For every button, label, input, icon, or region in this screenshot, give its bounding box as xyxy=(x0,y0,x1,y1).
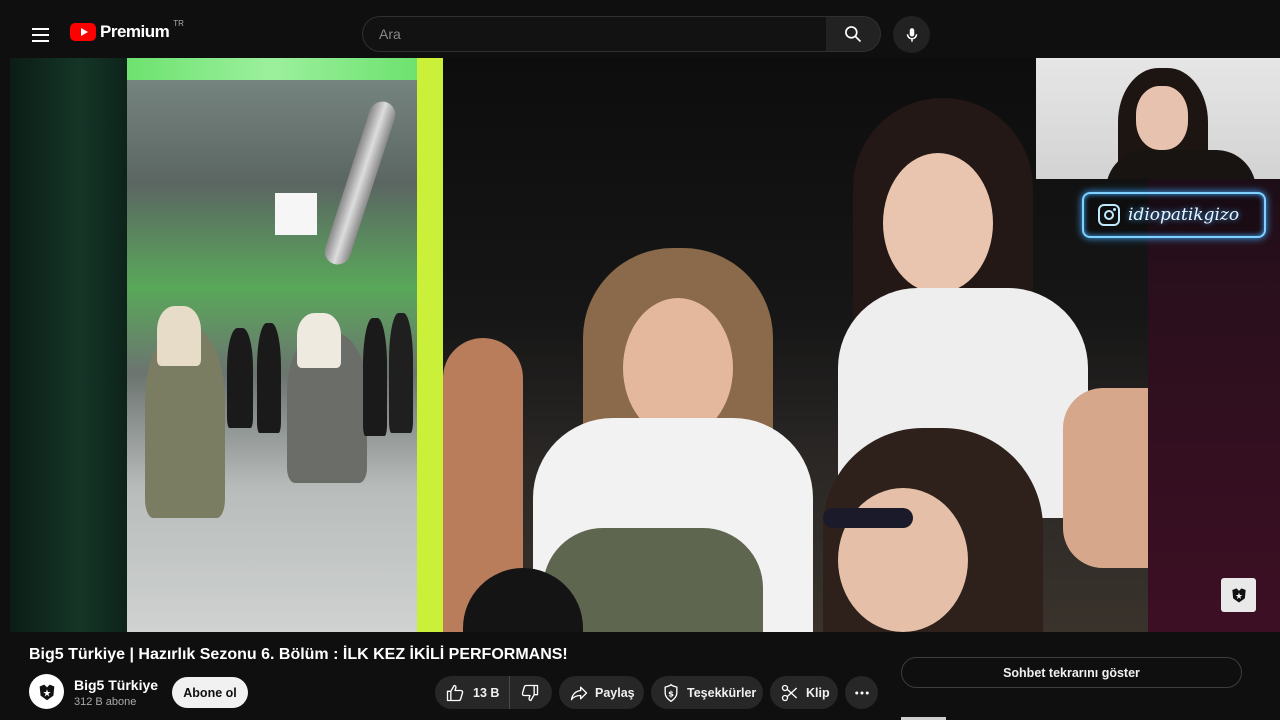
region-code: TR xyxy=(173,18,184,28)
subscriber-count: 312 B abone xyxy=(74,696,137,708)
share-icon xyxy=(570,686,588,700)
svg-text:$: $ xyxy=(668,688,674,698)
search-box xyxy=(362,16,827,52)
streamer-webcam xyxy=(1036,58,1280,179)
logo-text: Premium xyxy=(100,22,170,41)
youtube-premium-logo[interactable]: Premium TR xyxy=(70,18,184,42)
search-button[interactable] xyxy=(826,16,881,52)
channel-avatar[interactable] xyxy=(29,674,64,709)
voice-search-button[interactable] xyxy=(893,16,930,53)
video-player[interactable]: idiopatikgizo xyxy=(10,58,1280,632)
top-bar: Premium TR xyxy=(0,0,1280,58)
scissors-icon xyxy=(781,684,798,701)
share-label: Paylaş xyxy=(595,685,635,700)
big5-logo-icon xyxy=(1231,588,1246,603)
left-background-panel xyxy=(10,58,127,632)
channel-name[interactable]: Big5 Türkiye xyxy=(74,677,158,693)
menu-icon xyxy=(31,28,49,30)
like-dislike-group: 13 B xyxy=(435,676,552,709)
video-title: Big5 Türkiye | Hazırlık Sezonu 6. Bölüm … xyxy=(29,646,568,663)
clip-button[interactable]: Klip xyxy=(770,676,838,709)
super-thanks-icon: $ xyxy=(664,683,678,702)
dislike-button[interactable] xyxy=(510,676,540,709)
subscribe-button[interactable]: Abone ol xyxy=(172,677,248,708)
instagram-icon xyxy=(1098,204,1120,226)
thanks-label: Teşekkürler xyxy=(687,685,757,700)
more-actions-button[interactable] xyxy=(845,676,878,709)
instagram-handle: idiopatikgizo xyxy=(1128,205,1240,225)
hamburger-menu-button[interactable] xyxy=(22,17,58,53)
more-horizontal-icon xyxy=(854,691,869,694)
dance-clip-frame xyxy=(127,58,417,632)
like-button[interactable]: 13 B xyxy=(445,676,511,709)
instagram-handle-badge: idiopatikgizo xyxy=(1082,192,1266,238)
microphone-icon xyxy=(906,27,917,42)
clip-label: Klip xyxy=(806,685,830,700)
show-chat-replay-button[interactable]: Sohbet tekrarını göster xyxy=(901,657,1242,688)
youtube-play-icon xyxy=(70,23,96,41)
like-count: 13 B xyxy=(473,685,500,700)
thumbs-down-icon xyxy=(522,684,539,701)
share-button[interactable]: Paylaş xyxy=(559,676,644,709)
thanks-button[interactable]: $ Teşekkürler xyxy=(651,676,763,709)
search-icon xyxy=(845,26,862,43)
thumbs-up-icon xyxy=(446,684,464,701)
channel-watermark[interactable] xyxy=(1221,578,1256,612)
search-input[interactable] xyxy=(377,25,812,43)
big5-logo-icon xyxy=(39,684,54,700)
neon-divider xyxy=(417,58,449,632)
